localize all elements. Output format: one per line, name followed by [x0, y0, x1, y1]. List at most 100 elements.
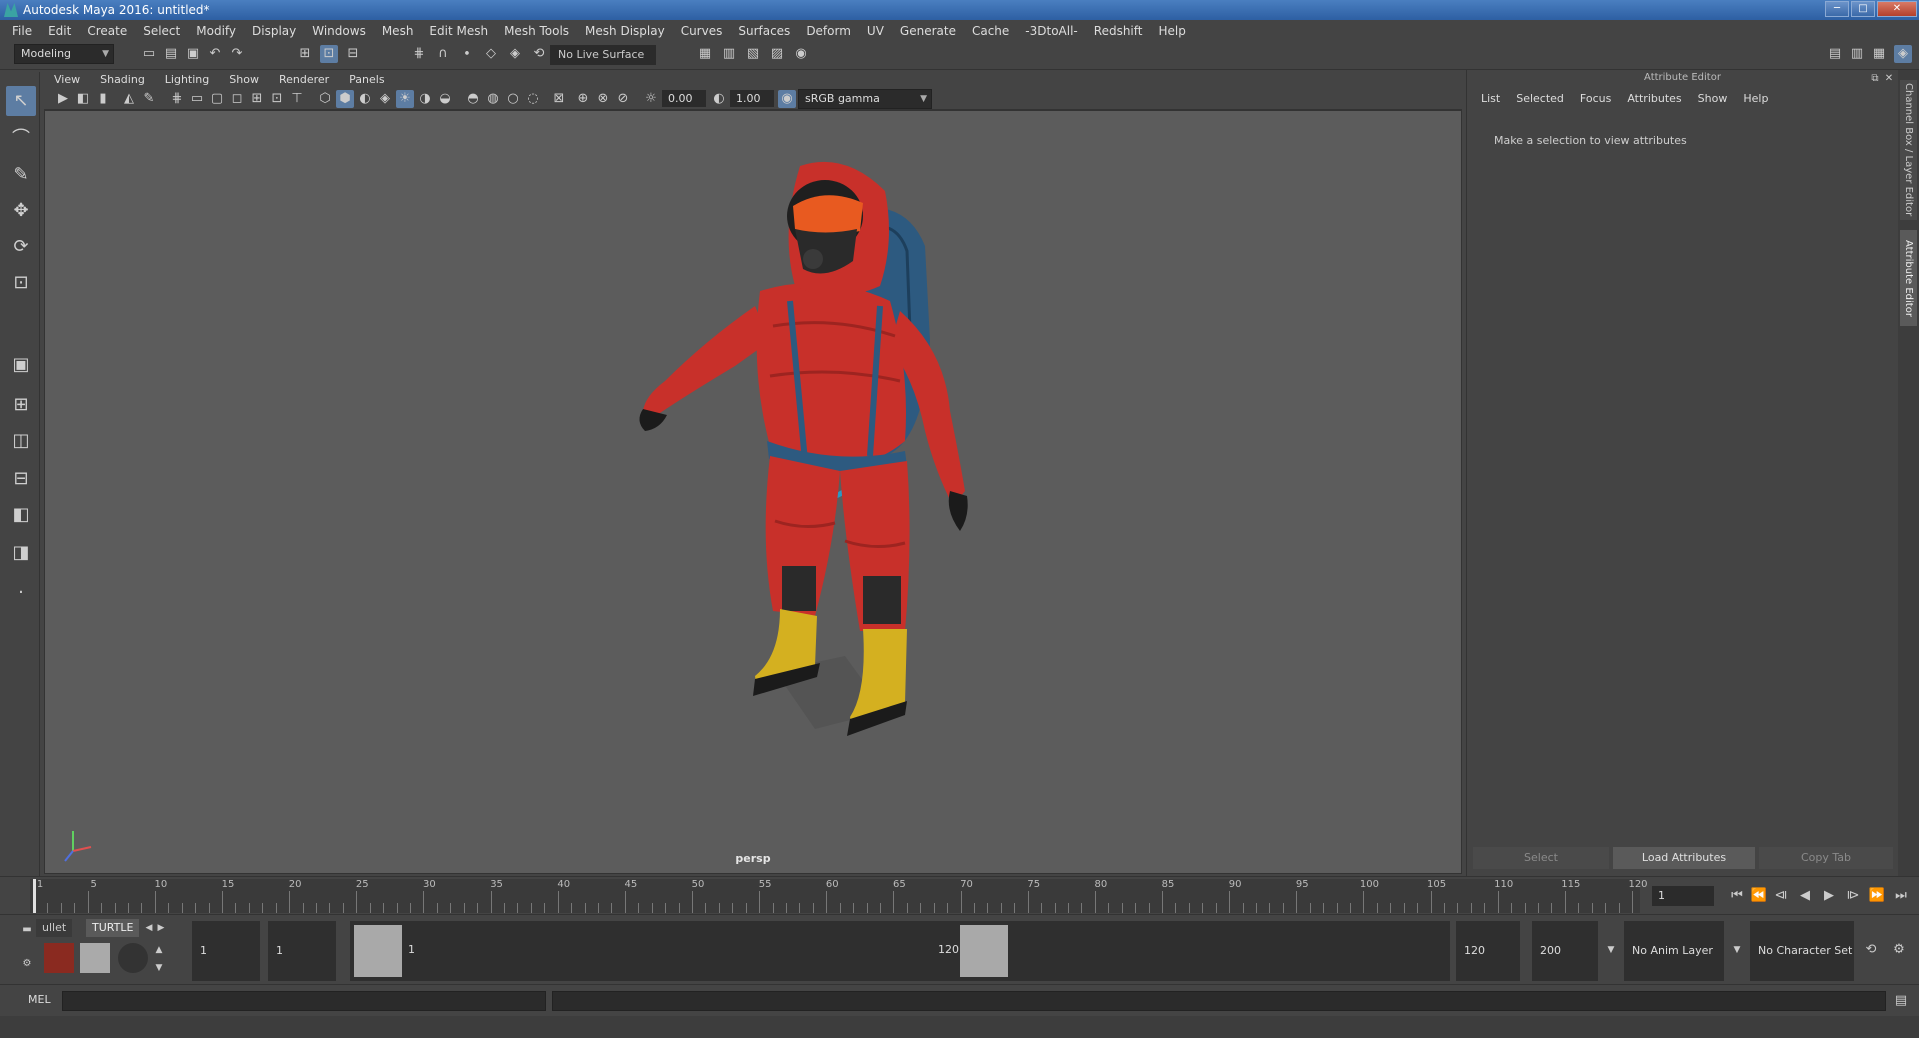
attr-menu-focus[interactable]: Focus: [1572, 92, 1619, 105]
scale-tool-icon[interactable]: ⊡: [6, 268, 36, 298]
camera-attributes-icon[interactable]: ◧: [74, 90, 92, 108]
four-view-layout-icon[interactable]: ⊞: [6, 390, 36, 420]
persp-outliner-layout-icon[interactable]: ◫: [6, 426, 36, 456]
anim-layer-dropdown[interactable]: No Anim Layer: [1624, 921, 1724, 981]
menu-help[interactable]: Help: [1150, 24, 1193, 38]
depth-of-field-icon[interactable]: ○: [504, 90, 522, 108]
menu-cache[interactable]: Cache: [964, 24, 1017, 38]
minimize-button[interactable]: ─: [1825, 1, 1849, 17]
viewport-menu-show[interactable]: Show: [219, 73, 269, 86]
wireframe-on-shaded-icon[interactable]: ◐: [356, 90, 374, 108]
step-back-frame-icon[interactable]: ⧏: [1772, 887, 1790, 905]
playback-end-field[interactable]: 120: [1456, 921, 1520, 981]
animation-end-field[interactable]: 200: [1532, 921, 1598, 981]
menu-curves[interactable]: Curves: [673, 24, 731, 38]
xray-icon[interactable]: ◌: [524, 90, 542, 108]
current-frame-field[interactable]: 1: [1652, 886, 1714, 906]
gamma-icon[interactable]: ◐: [710, 90, 728, 108]
attr-menu-show[interactable]: Show: [1690, 92, 1736, 105]
attr-menu-help[interactable]: Help: [1735, 92, 1776, 105]
menu-edit[interactable]: Edit: [40, 24, 79, 38]
shelf-tab-bullet[interactable]: ullet: [36, 919, 73, 937]
outliner-toggle-icon[interactable]: ▤: [1826, 45, 1844, 63]
playhead[interactable]: [33, 879, 36, 913]
close-panel-icon[interactable]: ✕: [1880, 70, 1898, 88]
render-view-icon[interactable]: ▨: [768, 45, 786, 63]
close-button[interactable]: ✕: [1877, 1, 1917, 17]
select-hierarchy-icon[interactable]: ⊞: [296, 45, 314, 63]
viewport-menu-shading[interactable]: Shading: [90, 73, 155, 86]
viewport-menu-view[interactable]: View: [44, 73, 90, 86]
maximize-button[interactable]: □: [1851, 1, 1875, 17]
go-to-start-icon[interactable]: ⏮: [1728, 887, 1746, 905]
gamma-field[interactable]: 1.00: [730, 90, 774, 107]
tool-settings-toggle-icon[interactable]: ▥: [1848, 45, 1866, 63]
tab-channel-box[interactable]: Channel Box / Layer Editor: [1900, 80, 1917, 220]
playback-start-field[interactable]: 1: [268, 921, 336, 981]
multisample-icon[interactable]: ◍: [484, 90, 502, 108]
film-gate-icon[interactable]: ▭: [188, 90, 206, 108]
select-component-icon[interactable]: ⊟: [344, 45, 362, 63]
viewport-menu-renderer[interactable]: Renderer: [269, 73, 339, 86]
step-forward-key-icon[interactable]: ⏩: [1868, 887, 1886, 905]
exposure-field[interactable]: 0.00: [662, 90, 706, 107]
ipr-render-icon[interactable]: ▧: [744, 45, 762, 63]
go-to-end-icon[interactable]: ⏭: [1892, 887, 1910, 905]
paint-select-tool-icon[interactable]: ✎: [6, 160, 36, 190]
grease-pencil-icon[interactable]: ✎: [140, 90, 158, 108]
menu-3dtoall[interactable]: -3DtoAll-: [1017, 24, 1085, 38]
shelf-scroll-up-icon[interactable]: ▲: [150, 941, 168, 959]
copy-tab-button[interactable]: Copy Tab: [1759, 847, 1893, 869]
range-end-handle[interactable]: [960, 925, 1008, 977]
shadows-icon[interactable]: ◑: [416, 90, 434, 108]
menu-mesh-display[interactable]: Mesh Display: [577, 24, 673, 38]
mel-input[interactable]: [62, 991, 546, 1011]
menu-mesh-tools[interactable]: Mesh Tools: [496, 24, 577, 38]
xray-components-icon[interactable]: ⊗: [594, 90, 612, 108]
attr-menu-attributes[interactable]: Attributes: [1619, 92, 1689, 105]
shelf-redshift-icon[interactable]: [44, 943, 74, 973]
range-slider[interactable]: 1 120: [350, 921, 1450, 981]
snap-curve-icon[interactable]: ∩: [434, 45, 452, 63]
chevron-down-icon[interactable]: ▼: [1602, 941, 1620, 959]
select-object-icon[interactable]: ⊡: [320, 45, 338, 63]
ambient-occlusion-icon[interactable]: ◒: [436, 90, 454, 108]
smooth-shade-icon[interactable]: ⬢: [336, 90, 354, 108]
character-set-dropdown[interactable]: No Character Set: [1750, 921, 1854, 981]
shelf-scroll-right-icon[interactable]: ▶: [152, 919, 170, 937]
snap-grid-icon[interactable]: ⋕: [410, 45, 428, 63]
menu-surfaces[interactable]: Surfaces: [730, 24, 798, 38]
load-attributes-button[interactable]: Load Attributes: [1613, 847, 1755, 869]
shelf-scroll-down-icon[interactable]: ▼: [150, 959, 168, 977]
shelf-render-icon[interactable]: [80, 943, 110, 973]
rotate-tool-icon[interactable]: ⟳: [6, 232, 36, 262]
select-tool-icon[interactable]: ↖: [6, 86, 36, 116]
step-back-key-icon[interactable]: ⏪: [1750, 887, 1768, 905]
shelf-settings-icon[interactable]: ⚙: [18, 955, 36, 973]
grid-icon[interactable]: ⋕: [168, 90, 186, 108]
menu-select[interactable]: Select: [135, 24, 188, 38]
bookmark-icon[interactable]: ▮: [94, 90, 112, 108]
snap-surface-icon[interactable]: ◈: [506, 45, 524, 63]
gate-mask-icon[interactable]: ◻: [228, 90, 246, 108]
range-start-handle[interactable]: [354, 925, 402, 977]
step-forward-frame-icon[interactable]: ⧐: [1844, 887, 1862, 905]
safe-action-icon[interactable]: ⊡: [268, 90, 286, 108]
resolution-gate-icon[interactable]: ▢: [208, 90, 226, 108]
mode-dropdown[interactable]: Modeling ▼: [14, 44, 114, 64]
attr-menu-selected[interactable]: Selected: [1508, 92, 1572, 105]
snap-point-icon[interactable]: ∙: [458, 45, 476, 63]
menu-display[interactable]: Display: [244, 24, 304, 38]
camera-select-icon[interactable]: ▶: [54, 90, 72, 108]
color-space-dropdown[interactable]: sRGB gamma ▼: [798, 89, 932, 109]
menu-redshift[interactable]: Redshift: [1086, 24, 1151, 38]
xray-joints-icon[interactable]: ⊕: [574, 90, 592, 108]
motion-blur-icon[interactable]: ◓: [464, 90, 482, 108]
script-editor-icon[interactable]: ▤: [1892, 992, 1910, 1010]
attr-menu-list[interactable]: List: [1473, 92, 1508, 105]
play-forwards-icon[interactable]: ▶: [1820, 887, 1838, 905]
menu-create[interactable]: Create: [79, 24, 135, 38]
redo-icon[interactable]: ↷: [228, 45, 246, 63]
tab-attribute-editor[interactable]: Attribute Editor: [1900, 230, 1917, 326]
save-scene-icon[interactable]: ▣: [184, 45, 202, 63]
